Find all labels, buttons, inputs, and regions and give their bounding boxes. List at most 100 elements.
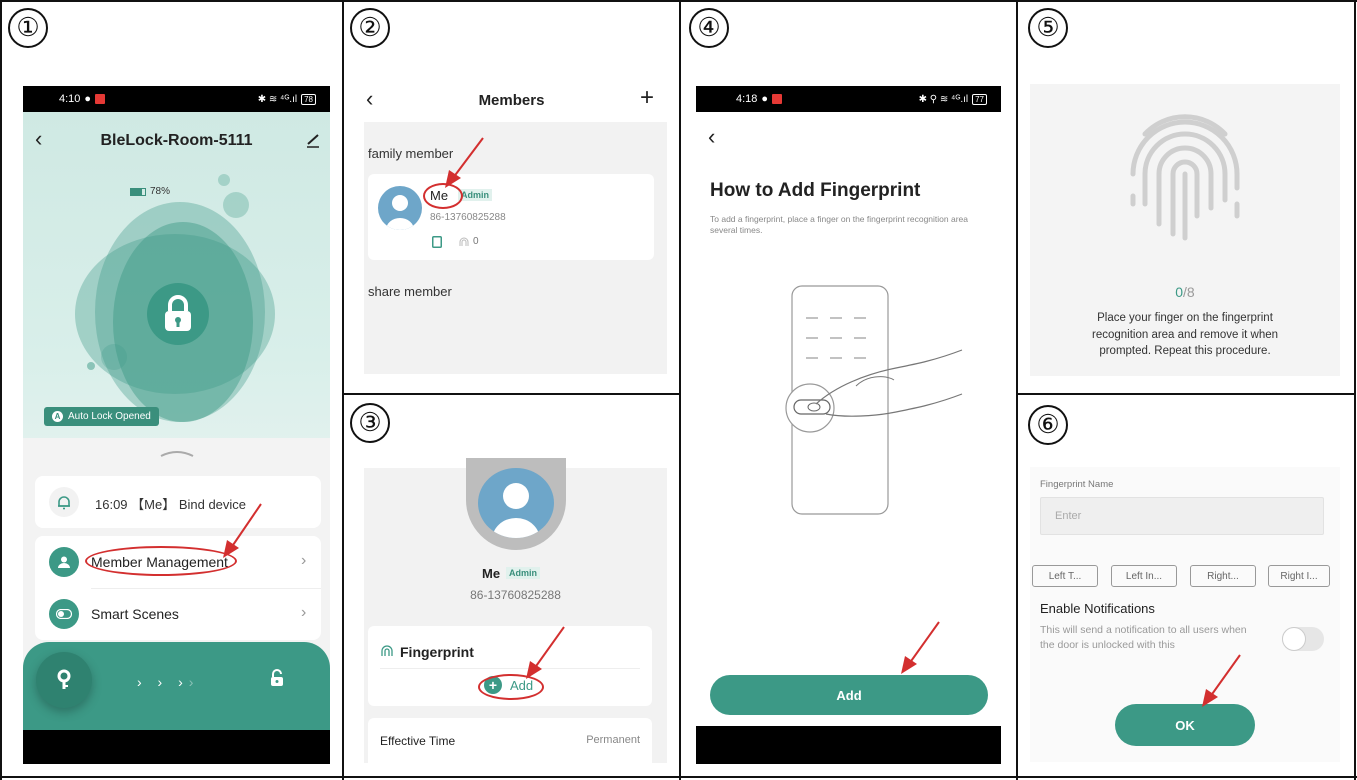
- battery-status-icon: 77: [972, 93, 987, 105]
- edit-icon[interactable]: [305, 132, 321, 148]
- panel-how-to-add: ④ 4:18 ● ✱ ⚲ ≋ ⁴ᴳ.ıl 77 ‹ How to Add Fin…: [681, 2, 1016, 776]
- fingerprint-large-icon: [1130, 114, 1240, 241]
- finger-chip-right-thumb[interactable]: Right...: [1190, 565, 1256, 587]
- chat-icon: ●: [761, 93, 769, 105]
- member-detail: Me Admin 86-13760825288 Fingerprint + Ad…: [364, 458, 667, 764]
- page-title: Members: [478, 92, 545, 109]
- step-badge-3: ③: [350, 403, 390, 443]
- member-card[interactable]: Me Admin 86-13760825288 0: [368, 174, 654, 260]
- slide-arrows-solid: › › ›: [137, 674, 189, 690]
- lock-button[interactable]: [147, 283, 209, 345]
- notice-bell-button: [49, 487, 79, 517]
- user-icon: [58, 556, 70, 568]
- unlock-icon: [271, 669, 283, 686]
- battery-icon: [130, 187, 146, 196]
- battery-level: 78%: [150, 186, 171, 197]
- hero-blob: [87, 362, 95, 370]
- toggle-knob: [1282, 627, 1306, 651]
- hero-blob: [218, 174, 230, 186]
- hero-blob: [223, 192, 249, 218]
- auto-lock-icon: A: [52, 411, 63, 422]
- admin-badge: Admin: [458, 189, 492, 201]
- key-icon: [57, 669, 71, 689]
- status-bar: 4:18 ● ✱ ⚲ ≋ ⁴ᴳ.ıl 77: [696, 86, 1001, 112]
- panel-members: ② ‹ Members + family member Me Admin 86-…: [344, 2, 679, 393]
- person-silhouette-icon: [492, 483, 540, 538]
- fingerprint-card: Fingerprint + Add: [368, 626, 652, 706]
- highlight-ellipse: [423, 183, 463, 209]
- slide-arrows: › › ››: [137, 674, 199, 690]
- grid-border-right: [1354, 0, 1356, 780]
- menu-item-smart-scenes[interactable]: Smart Scenes ›: [35, 588, 321, 640]
- admin-badge: Admin: [506, 567, 540, 579]
- fingerprint-name-label: Fingerprint Name: [1040, 479, 1114, 490]
- member-phone: 86-13760825288: [470, 588, 561, 602]
- notification-icon: [95, 94, 106, 104]
- member-phone: 86-13760825288: [430, 212, 506, 223]
- effective-time-row[interactable]: Effective Time Permanent: [368, 718, 652, 764]
- person-silhouette-icon: [386, 195, 414, 230]
- bell-icon: [58, 496, 70, 510]
- nav-bar: [696, 726, 1001, 764]
- input-placeholder: Enter: [1055, 510, 1082, 522]
- member-name: Me: [482, 566, 501, 581]
- notifications-toggle[interactable]: [1282, 627, 1324, 651]
- battery-indicator: 78%: [130, 186, 170, 197]
- panel-member-detail: ③ Me Admin 86-13760825288 Fingerprint + …: [344, 395, 679, 776]
- menu-item-icon: [49, 599, 79, 629]
- status-time: 4:18: [736, 93, 758, 105]
- slide-arrow-faded: ›: [188, 674, 200, 690]
- step-badge-5: ⑤: [1028, 8, 1068, 48]
- chevron-right-icon: ›: [301, 552, 307, 569]
- effective-time-value: Permanent: [586, 734, 640, 746]
- scan-instruction: Place your finger on the fingerprint rec…: [1091, 312, 1279, 358]
- menu-item-label: Smart Scenes: [91, 606, 179, 622]
- expand-handle-icon[interactable]: [159, 448, 195, 458]
- status-time: 4:10: [59, 93, 81, 105]
- menu-item-icon: [49, 547, 79, 577]
- step-badge-1: ①: [8, 8, 48, 48]
- chat-icon: ●: [84, 93, 92, 105]
- finger-chip-left-thumb[interactable]: Left T...: [1032, 565, 1098, 587]
- add-button[interactable]: Add: [710, 675, 988, 715]
- phone-key-icon: [432, 236, 442, 248]
- add-member-icon[interactable]: +: [640, 84, 654, 112]
- members-list: family member Me Admin 86-13760825288 0 …: [364, 122, 667, 374]
- highlight-ellipse: [478, 674, 544, 700]
- avatar: [378, 186, 422, 230]
- chevron-right-icon: ›: [301, 604, 307, 621]
- scan-area: 0/8 Place your finger on the fingerprint…: [1030, 84, 1340, 376]
- finger-chip-left-index[interactable]: Left In...: [1111, 565, 1177, 587]
- key-button[interactable]: [36, 652, 92, 708]
- scan-progress: 0/8: [1030, 284, 1340, 300]
- scan-progress-total: /8: [1183, 284, 1195, 300]
- notification-icon: [772, 94, 783, 104]
- page-description: To add a fingerprint, place a finger on …: [710, 214, 968, 236]
- fingerprint-icon: [381, 645, 393, 656]
- panel-fingerprint-name: ⑥ Fingerprint Name Enter Left T... Left …: [1018, 395, 1354, 776]
- section-family: family member: [368, 146, 454, 161]
- step-badge-4: ④: [689, 8, 729, 48]
- status-bar: 4:10 ● ✱ ≋ ⁴ᴳ.ıl 78: [23, 86, 330, 112]
- auto-lock-label: Auto Lock Opened: [68, 411, 151, 422]
- toggle-icon: [56, 609, 72, 619]
- section-share: share member: [368, 284, 452, 299]
- step-badge-6: ⑥: [1028, 405, 1068, 445]
- phone-screen-1: 4:10 ● ✱ ≋ ⁴ᴳ.ıl 78 ‹ BleLock-Room-5111: [23, 86, 330, 764]
- finger-chip-right-index[interactable]: Right I...: [1268, 565, 1330, 587]
- fingerprint-small-icon: [459, 237, 469, 246]
- notifications-title: Enable Notifications: [1040, 601, 1155, 616]
- back-chevron-icon[interactable]: ‹: [708, 124, 715, 150]
- notice-card[interactable]: 16:09 【Me】 Bind device: [35, 476, 321, 528]
- fingerprint-name-input[interactable]: Enter: [1040, 497, 1324, 535]
- phone-screen-4: 4:18 ● ✱ ⚲ ≋ ⁴ᴳ.ıl 77 ‹ How to Add Finge…: [696, 86, 1001, 764]
- nav-bar: [23, 730, 330, 764]
- effective-time-label: Effective Time: [380, 734, 456, 748]
- step-badge-2: ②: [350, 8, 390, 48]
- hero-blob: [101, 344, 127, 370]
- notifications-description: This will send a notification to all use…: [1040, 624, 1247, 652]
- padlock-icon: [165, 295, 191, 331]
- notice-text: 16:09 【Me】 Bind device: [95, 497, 247, 512]
- ok-button[interactable]: OK: [1115, 704, 1255, 746]
- scan-progress-current: 0: [1175, 284, 1184, 300]
